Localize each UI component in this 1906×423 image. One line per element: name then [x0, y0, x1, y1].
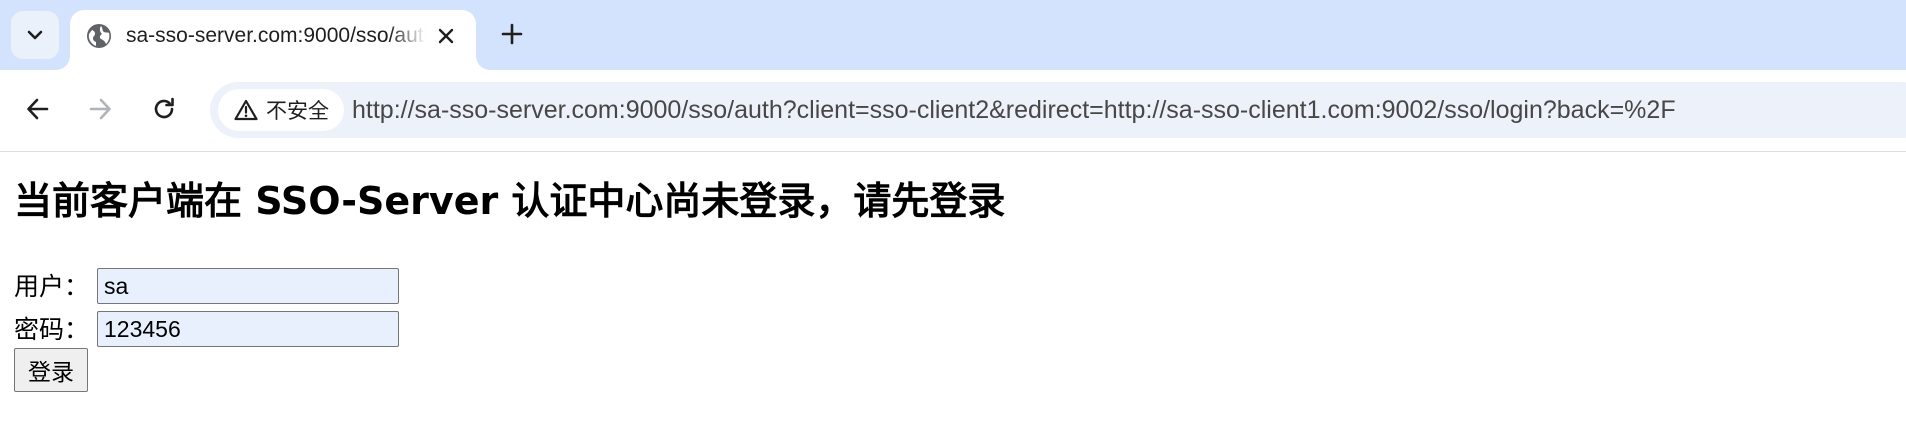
plus-icon: [501, 23, 523, 45]
username-input[interactable]: [97, 268, 399, 304]
arrow-left-icon: [27, 98, 49, 120]
globe-icon: [87, 24, 111, 48]
tab-strip: sa-sso-server.com:9000/sso/auth?client=s…: [0, 0, 1906, 70]
url-text[interactable]: http://sa-sso-server.com:9000/sso/auth?c…: [352, 82, 1676, 138]
address-bar[interactable]: 不安全 http://sa-sso-server.com:9000/sso/au…: [210, 82, 1906, 138]
arrow-right-icon: [89, 98, 111, 120]
page-title: 当前客户端在 SSO-Server 认证中心尚未登录，请先登录: [14, 179, 1006, 223]
active-tab[interactable]: sa-sso-server.com:9000/sso/auth?client=s…: [70, 10, 476, 70]
page-content: 当前客户端在 SSO-Server 认证中心尚未登录，请先登录 用户： 密码： …: [0, 152, 1906, 423]
username-label: 用户：: [14, 272, 90, 301]
login-button[interactable]: 登录: [14, 348, 88, 392]
password-input[interactable]: [97, 311, 399, 347]
close-icon: [438, 28, 454, 44]
tab-title: sa-sso-server.com:9000/sso/auth?client=s…: [126, 24, 426, 47]
back-button[interactable]: [18, 89, 58, 129]
security-label: 不安全: [266, 99, 329, 123]
password-label: 密码：: [14, 315, 90, 344]
tab-close-button[interactable]: [432, 22, 460, 50]
warning-triangle-icon: [234, 99, 258, 121]
chevron-down-icon: [27, 30, 43, 40]
browser-toolbar: 不安全 http://sa-sso-server.com:9000/sso/au…: [0, 70, 1906, 152]
reload-icon: [154, 97, 174, 119]
security-indicator[interactable]: 不安全: [218, 89, 344, 131]
tab-search-button[interactable]: [11, 11, 59, 59]
new-tab-button[interactable]: [494, 16, 530, 52]
reload-button[interactable]: [144, 89, 184, 129]
forward-button[interactable]: [80, 89, 120, 129]
